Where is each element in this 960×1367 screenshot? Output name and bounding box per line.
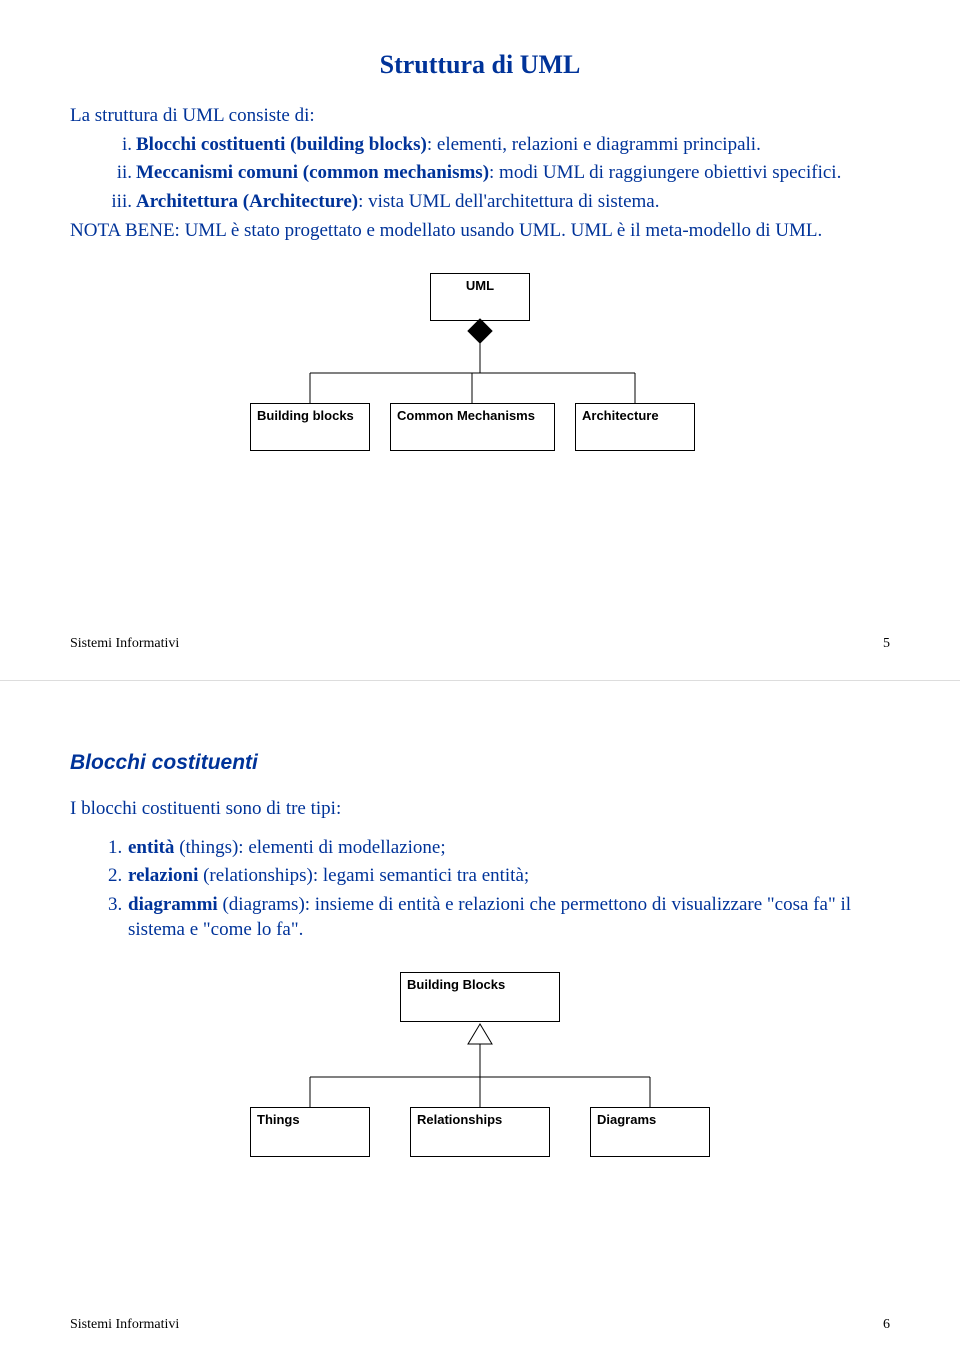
list-marker: 2.	[108, 864, 122, 889]
item-bold: Blocchi costituenti (building blocks)	[136, 134, 427, 155]
list-item: iii. Architettura (Architecture): vista …	[108, 190, 890, 215]
item-rest: (diagrams): insieme di entità e relazion…	[128, 894, 851, 940]
item-bold: relazioni	[128, 865, 198, 886]
item-rest: : modi UML di raggiungere obiettivi spec…	[489, 162, 841, 183]
slide-footer: Sistemi Informativi 5	[70, 636, 890, 652]
diagram-box: Architecture	[575, 403, 695, 451]
list-item: i. Blocchi costituenti (building blocks)…	[108, 133, 890, 158]
list-item: 3. diagrammi (diagrams): insieme di enti…	[108, 893, 890, 942]
roman-list: i. Blocchi costituenti (building blocks)…	[70, 133, 890, 215]
list-marker: 3.	[108, 893, 122, 918]
list-item: 1. entità (things): elementi di modellaz…	[108, 836, 890, 861]
item-rest: (things): elementi di modellazione;	[174, 837, 445, 858]
item-rest: : vista UML dell'architettura di sistema…	[358, 191, 659, 212]
list-marker: i.	[108, 133, 132, 158]
intro-text: I blocchi costituenti sono di tre tipi:	[70, 797, 890, 822]
diagram-box: Building blocks	[250, 403, 370, 451]
generalization-triangle-icon	[468, 1024, 492, 1044]
page-title: Struttura di UML	[70, 50, 890, 80]
diagram-box: Common Mechanisms	[390, 403, 555, 451]
note-text: NOTA BENE: UML è stato progettato e mode…	[70, 219, 890, 244]
item-bold: diagrammi	[128, 894, 218, 915]
footer-page-number: 6	[883, 1317, 890, 1333]
uml-composition-diagram: UML Building blocks Common Mechanisms Ar…	[220, 273, 740, 463]
list-item: 2. relazioni (relationships): legami sem…	[108, 864, 890, 889]
diagram-box: Diagrams	[590, 1107, 710, 1157]
diagram-box: Relationships	[410, 1107, 550, 1157]
intro-text: La struttura di UML consiste di:	[70, 104, 890, 129]
arabic-list: 1. entità (things): elementi di modellaz…	[70, 836, 890, 943]
slide-1: Struttura di UML La struttura di UML con…	[0, 0, 960, 680]
footer-left: Sistemi Informativi	[70, 1317, 179, 1333]
list-item: ii. Meccanismi comuni (common mechanisms…	[108, 161, 890, 186]
diagram-box: Things	[250, 1107, 370, 1157]
slide-2: Blocchi costituenti I blocchi costituent…	[0, 681, 960, 1361]
item-rest: (relationships): legami semantici tra en…	[198, 865, 529, 886]
slide-footer: Sistemi Informativi 6	[70, 1317, 890, 1333]
footer-left: Sistemi Informativi	[70, 636, 179, 652]
item-bold: Architettura (Architecture)	[136, 191, 358, 212]
list-marker: ii.	[108, 161, 132, 186]
item-bold: Meccanismi comuni (common mechanisms)	[136, 162, 489, 183]
list-marker: iii.	[108, 190, 132, 215]
building-blocks-diagram: Building Blocks Things Relationships Dia…	[220, 972, 740, 1172]
page-subtitle: Blocchi costituenti	[70, 751, 890, 775]
list-marker: 1.	[108, 836, 122, 861]
item-bold: entità	[128, 837, 174, 858]
item-rest: : elementi, relazioni e diagrammi princi…	[427, 134, 761, 155]
footer-page-number: 5	[883, 636, 890, 652]
